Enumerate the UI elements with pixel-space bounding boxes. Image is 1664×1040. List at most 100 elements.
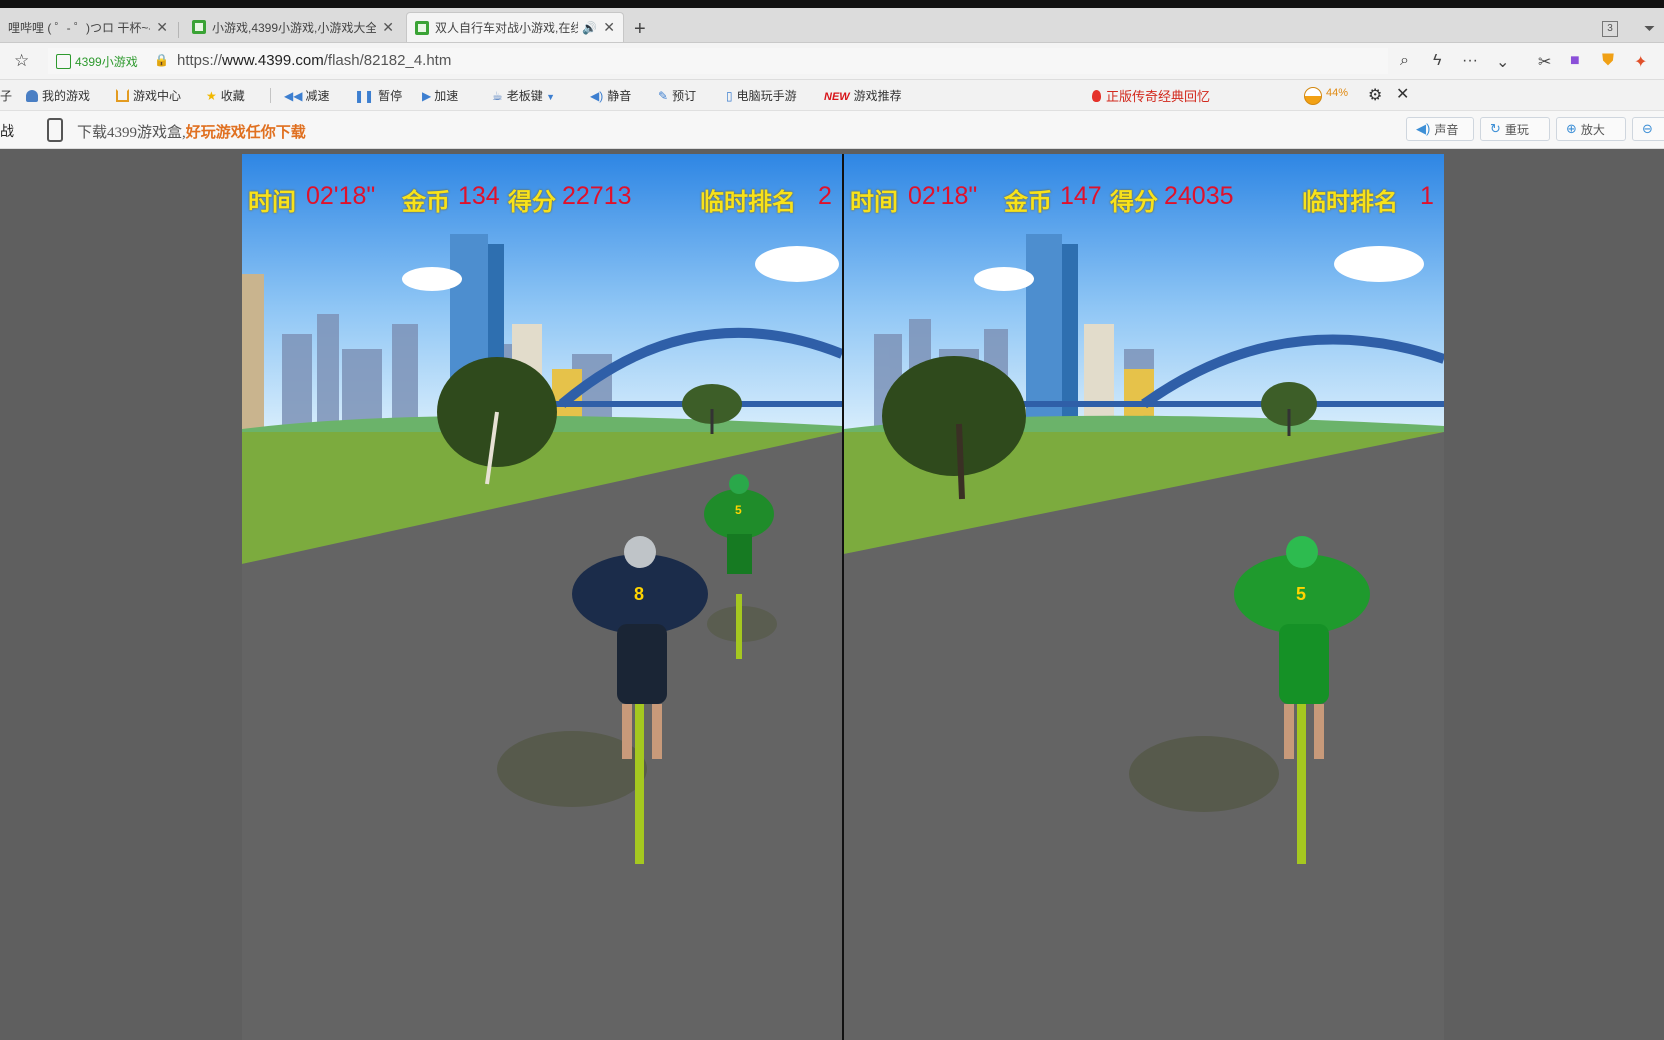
score-value: 22713 xyxy=(562,182,632,210)
more-icon[interactable]: ··· xyxy=(1462,52,1478,70)
player-2-rider-number: 5 xyxy=(1296,584,1306,604)
pc-mobile-games-button[interactable]: ▯ 电脑玩手游 xyxy=(726,87,797,104)
shield-icon[interactable]: ⛊ xyxy=(1602,52,1614,70)
slow-down-button[interactable]: ◀◀ 减速 xyxy=(284,87,329,104)
zoom-out-button[interactable]: ⊖ xyxy=(1632,117,1664,141)
address-bar: ☆ 4399小游戏 🔒 https://www.4399.com/flash/8… xyxy=(0,43,1664,80)
site-identity-icon xyxy=(56,54,71,69)
promo-link[interactable]: 正版传奇经典回忆 xyxy=(1092,86,1210,105)
rank-label: 临时排名 xyxy=(1302,189,1398,216)
4399-favicon-icon xyxy=(192,20,206,34)
pause-button[interactable]: ❚❚ 暂停 xyxy=(354,87,402,104)
home-icon xyxy=(116,89,129,102)
rank-value: 1 xyxy=(1420,182,1434,210)
zoom-out-icon: ⊖ xyxy=(1642,121,1653,136)
game-controller-icon[interactable]: ✦ xyxy=(1634,52,1647,72)
coin-value: 147 xyxy=(1060,182,1102,210)
tab-separator xyxy=(178,22,179,38)
tab-title: 双人自行车对战小游戏,在线 xyxy=(435,21,579,35)
tab-bilibili[interactable]: 哩哔哩 ( ゜- ゜)つロ 干杯~-b ✕ xyxy=(0,12,176,42)
preorder-button[interactable]: ✎ 预订 xyxy=(658,87,696,104)
rewind-icon: ◀◀ xyxy=(284,89,303,103)
speaker-icon[interactable]: 🔊 xyxy=(582,21,597,35)
rank-value: 2 xyxy=(818,182,832,210)
window-top-border xyxy=(0,0,1664,8)
phone-icon xyxy=(47,118,63,142)
gear-icon[interactable]: ⚙ xyxy=(1368,85,1382,105)
close-icon[interactable]: ✕ xyxy=(156,19,168,36)
player-2-view: 5 时间 02'18" 金币 147 得分 24035 临时排名 1 xyxy=(844,154,1444,1040)
lightning-icon[interactable]: ϟ xyxy=(1433,52,1441,70)
favorites-button[interactable]: ★ 收藏 xyxy=(206,87,245,104)
progress-bowl-icon xyxy=(1304,87,1322,105)
zoom-in-button[interactable]: ⊕ 放大 xyxy=(1556,117,1626,141)
replay-button[interactable]: ↻ 重玩 xyxy=(1480,117,1550,141)
coin-label: 金币 xyxy=(402,189,450,216)
speaker-icon: ◀) xyxy=(590,89,604,103)
time-value: 02'18" xyxy=(908,182,978,210)
site-badge[interactable]: 4399小游戏 xyxy=(56,53,138,70)
toolbar-separator xyxy=(270,88,271,103)
flash-game-area[interactable]: 5 8 时间 02'18" 金币 134 得分 22713 临时排名 2 5 时… xyxy=(242,154,1444,1040)
game-toolbar: 子 我的游戏 游戏中心 ★ 收藏 ◀◀ 减速 ❚❚ 暂停 ▶ 加速 ☕ 老板键 ▼ ◀) 静… xyxy=(0,80,1664,111)
download-promo-link[interactable]: 下载4399游戏盒,好玩游戏任你下载 xyxy=(77,121,306,142)
refresh-icon: ↻ xyxy=(1490,121,1501,136)
star-icon: ★ xyxy=(206,89,217,103)
rank-label: 临时排名 xyxy=(700,189,796,216)
speaker-icon: ◀) xyxy=(1416,121,1431,136)
score-label: 得分 xyxy=(508,189,556,216)
tab-4399[interactable]: 小游戏,4399小游戏,小游戏大全 ✕ xyxy=(184,12,402,42)
player-1-view: 5 8 时间 02'18" 金币 134 得分 22713 临时排名 2 xyxy=(242,154,842,1040)
tab-bike-game[interactable]: 双人自行车对战小游戏,在线 🔊 ✕ xyxy=(406,12,624,42)
lock-warning-icon[interactable]: 🔒 xyxy=(154,53,169,67)
race-scene-player-2: 5 xyxy=(844,234,1444,1040)
dropdown-icon: ▼ xyxy=(546,92,556,102)
phone-icon: ▯ xyxy=(726,89,733,103)
pause-icon: ❚❚ xyxy=(354,89,375,103)
chevron-down-icon[interactable]: ⌄ xyxy=(1496,52,1509,72)
cup-icon: ☕ xyxy=(492,89,503,103)
player-1-rider-number: 8 xyxy=(634,584,644,604)
toolbar-edge-text: 子 xyxy=(0,89,13,103)
time-label: 时间 xyxy=(248,189,296,216)
sound-button[interactable]: ◀) 声音 xyxy=(1406,117,1474,141)
download-bar: 战 下载4399游戏盒,好玩游戏任你下载 ◀) 声音 ↻ 重玩 ⊕ 放大 ⊖ xyxy=(0,111,1664,149)
game-recommend-button[interactable]: NEW 游戏推荐 xyxy=(824,87,902,104)
bookmark-star-icon[interactable]: ☆ xyxy=(14,51,29,71)
new-tab-icon[interactable]: + xyxy=(634,18,646,41)
time-label: 时间 xyxy=(850,189,898,216)
score-label: 得分 xyxy=(1110,189,1158,216)
flame-icon xyxy=(1092,90,1101,102)
opponent-number: 5 xyxy=(735,503,742,517)
mute-button[interactable]: ◀) 静音 xyxy=(590,87,631,104)
url-text[interactable]: https://www.4399.com/flash/82182_4.htm xyxy=(177,52,451,69)
player-1-hud: 时间 02'18" 金币 134 得分 22713 临时排名 2 xyxy=(242,182,842,216)
coin-label: 金币 xyxy=(1004,189,1052,216)
user-icon xyxy=(26,90,38,102)
funnel-icon[interactable]: ⏷ xyxy=(1644,20,1655,37)
time-value: 02'18" xyxy=(306,182,376,210)
score-value: 24035 xyxy=(1164,182,1234,210)
boss-key-button[interactable]: ☕ 老板键 ▼ xyxy=(492,87,555,104)
scissors-icon[interactable]: ✂ xyxy=(1538,52,1551,72)
zoom-icon[interactable]: ⌕ xyxy=(1400,52,1409,70)
close-icon[interactable]: ✕ xyxy=(382,19,394,36)
game-center-button[interactable]: 游戏中心 xyxy=(116,87,181,104)
load-percent: 44% xyxy=(1326,87,1349,99)
site-badge-label: 4399小游戏 xyxy=(75,55,138,69)
close-icon[interactable]: ✕ xyxy=(1396,84,1409,104)
player-2-hud: 时间 02'18" 金币 147 得分 24035 临时排名 1 xyxy=(844,182,1444,216)
url-field[interactable]: 4399小游戏 🔒 https://www.4399.com/flash/821… xyxy=(48,48,1388,74)
edit-icon: ✎ xyxy=(658,89,669,103)
new-badge: NEW xyxy=(824,91,850,103)
close-icon[interactable]: ✕ xyxy=(603,19,615,36)
4399-favicon-icon xyxy=(415,20,429,35)
tab-count-badge[interactable]: 3 xyxy=(1602,21,1618,37)
tab-title: 哩哔哩 ( ゜- ゜)つロ 干杯~-b xyxy=(8,20,151,35)
tab-title: 小游戏,4399小游戏,小游戏大全 xyxy=(212,20,377,35)
my-games-button[interactable]: 我的游戏 xyxy=(26,87,90,104)
extension-icon[interactable]: ■ xyxy=(1570,52,1580,70)
race-scene-player-1: 5 8 xyxy=(242,234,842,1040)
fast-forward-icon: ▶ xyxy=(422,89,432,103)
speed-up-button[interactable]: ▶ 加速 xyxy=(422,87,458,104)
